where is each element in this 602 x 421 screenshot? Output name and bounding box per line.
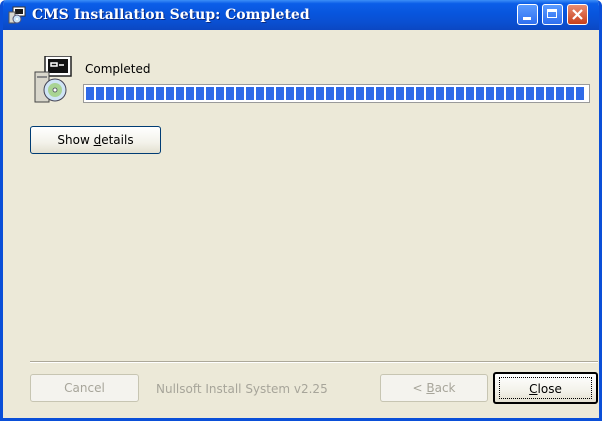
show-details-label-post: etails — [101, 133, 134, 147]
progress-segment — [376, 87, 384, 100]
progress-segment — [476, 87, 484, 100]
progress-segment — [486, 87, 494, 100]
progress-segment — [546, 87, 554, 100]
close-label: Close — [529, 382, 562, 396]
back-accel: B — [426, 381, 435, 395]
progress-segment — [446, 87, 454, 100]
maximize-icon[interactable] — [542, 4, 563, 25]
progress-segment — [526, 87, 534, 100]
progress-segment — [96, 87, 104, 100]
progress-segment — [466, 87, 474, 100]
close-button[interactable]: Close — [493, 372, 598, 404]
progress-segment — [176, 87, 184, 100]
progress-segment — [396, 87, 404, 100]
window-title: CMS Installation Setup: Completed — [32, 7, 310, 23]
back-label-pre: < — [412, 381, 427, 395]
progress-segment — [516, 87, 524, 100]
progress-segment — [306, 87, 314, 100]
progress-segment — [496, 87, 504, 100]
progress-segment — [286, 87, 294, 100]
progress-segment — [126, 87, 134, 100]
progress-segment — [186, 87, 194, 100]
progress-segment — [246, 87, 254, 100]
progress-segment — [266, 87, 274, 100]
progress-segment — [166, 87, 174, 100]
installer-icon — [34, 56, 72, 103]
progress-segment — [406, 87, 414, 100]
progress-segment — [106, 87, 114, 100]
progress-segment — [386, 87, 394, 100]
progress-segment — [336, 87, 344, 100]
progress-segment — [426, 87, 434, 100]
installer-app-icon — [8, 6, 26, 24]
progress-segment — [556, 87, 564, 100]
progress-segment — [456, 87, 464, 100]
progress-segment — [236, 87, 244, 100]
show-details-label-pre: Show — [57, 133, 94, 147]
progress-segment — [156, 87, 164, 100]
progress-segment — [206, 87, 214, 100]
progress-segment — [226, 87, 234, 100]
back-button[interactable]: < Back — [380, 374, 488, 402]
progress-segment — [366, 87, 374, 100]
progress-segment — [506, 87, 514, 100]
progress-segment — [216, 87, 224, 100]
close-accel: C — [529, 382, 538, 396]
progress-segment — [436, 87, 444, 100]
progress-segment — [356, 87, 364, 100]
progress-segment — [576, 87, 584, 100]
close-icon[interactable] — [567, 4, 588, 25]
cancel-button[interactable]: Cancel — [30, 374, 139, 402]
footer-separator — [30, 361, 598, 363]
progress-segment — [196, 87, 204, 100]
progress-segment — [416, 87, 424, 100]
progress-segment — [256, 87, 264, 100]
progress-segment — [116, 87, 124, 100]
progress-bar — [83, 84, 590, 103]
back-label-post: ack — [434, 381, 456, 395]
progress-segment — [296, 87, 304, 100]
close-label-post: lose — [537, 382, 562, 396]
minimize-icon[interactable] — [517, 4, 538, 25]
progress-segment — [146, 87, 154, 100]
installer-window: CMS Installation Setup: Completed Comple… — [0, 0, 602, 421]
progress-segment — [86, 87, 94, 100]
progress-segment — [276, 87, 284, 100]
progress-segment — [136, 87, 144, 100]
progress-segment — [326, 87, 334, 100]
progress-segment — [536, 87, 544, 100]
status-label: Completed — [85, 62, 151, 76]
progress-segment — [316, 87, 324, 100]
show-details-button[interactable]: Show details — [30, 126, 161, 154]
progress-segment — [566, 87, 574, 100]
branding-label: Nullsoft Install System v2.25 — [156, 382, 328, 396]
progress-segment — [346, 87, 354, 100]
title-bar[interactable]: CMS Installation Setup: Completed — [3, 0, 599, 30]
